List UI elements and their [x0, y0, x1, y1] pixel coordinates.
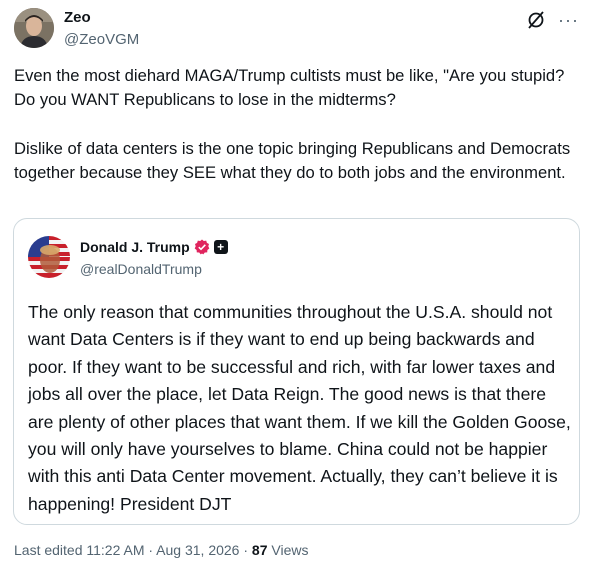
grok-icon[interactable]	[526, 10, 546, 30]
avatar-image	[28, 236, 70, 278]
tweet-meta: Last edited 11:22 AM · Aug 31, 2026 · 87…	[14, 540, 308, 560]
tweet-body: Even the most diehard MAGA/Trump cultist…	[14, 64, 582, 185]
avatar-image	[14, 8, 54, 48]
tweet-actions-top: ···	[526, 10, 579, 30]
tweet-paragraph: Even the most diehard MAGA/Trump cultist…	[14, 66, 565, 110]
more-icon[interactable]: ···	[558, 11, 579, 29]
quote-author-avatar[interactable]	[28, 236, 70, 278]
author-block: Zeo @ZeoVGM	[64, 9, 139, 49]
quote-author-name[interactable]: Donald J. Trump	[80, 239, 190, 255]
author-avatar[interactable]	[14, 8, 54, 48]
edited-timestamp[interactable]: Last edited 11:22 AM · Aug 31, 2026 ·	[14, 542, 252, 558]
author-name[interactable]: Zeo	[64, 9, 139, 27]
quote-text: The only reason that communities through…	[28, 302, 571, 514]
verified-badge-icon	[194, 239, 209, 255]
quote-author-row: Donald J. Trump +	[80, 239, 228, 255]
plus-icon: +	[213, 240, 228, 254]
tweet-paragraph: Dislike of data centers is the one topic…	[14, 138, 571, 182]
quote-author-handle[interactable]: @realDonaldTrump	[80, 261, 202, 277]
views-label: Views	[267, 542, 309, 558]
author-handle[interactable]: @ZeoVGM	[64, 31, 139, 49]
views-count: 87	[251, 542, 268, 558]
quoted-tweet[interactable]: Donald J. Trump + @realDonaldTrump The o…	[13, 218, 580, 525]
